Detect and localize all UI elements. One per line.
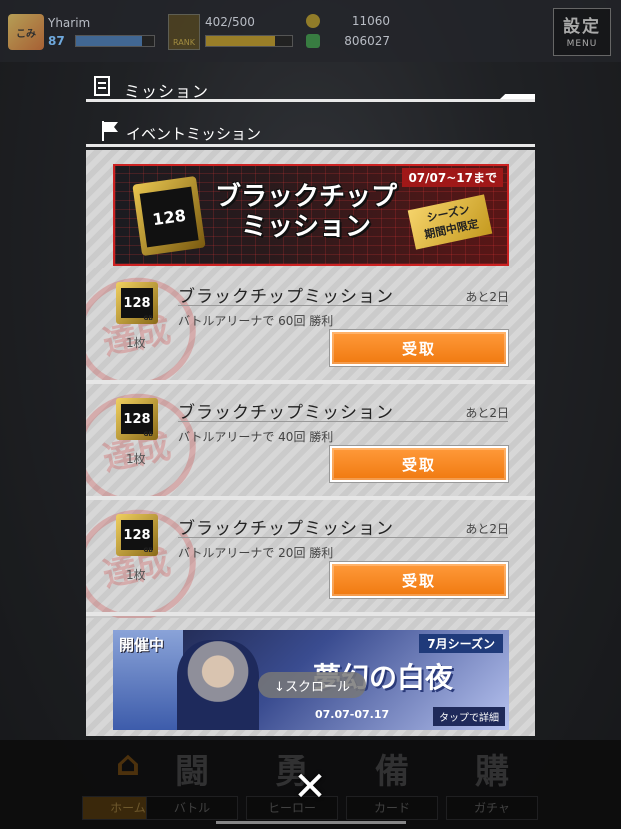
- title-underline: [178, 421, 508, 422]
- reward-quantity: 1枚: [126, 452, 146, 466]
- mission-time-remaining: あと2日: [465, 522, 509, 536]
- settings-label: 設定: [563, 17, 601, 37]
- event-banner-title-line2: ミッション: [240, 212, 371, 242]
- mission-description: バトルアリーナで 40回 勝利: [178, 430, 334, 444]
- player-name: Yharim: [48, 16, 91, 30]
- chip-capacity: 128: [121, 288, 153, 318]
- title-underline: [178, 537, 508, 538]
- black-chip-label: 128: [139, 186, 199, 248]
- home-indicator: [216, 821, 406, 824]
- settings-menu-button[interactable]: 設定 MENU: [553, 8, 611, 56]
- gem-icon: [306, 34, 320, 48]
- gem-count: 806027: [344, 34, 390, 48]
- event-date: 07/07~17まで: [402, 168, 503, 187]
- promo-season-label: 7月シーズン: [419, 634, 503, 653]
- mission-card: 達成 128 GB 1枚 ブラックチップミッション あと2日 バトルアリーナで …: [86, 498, 535, 632]
- stamina-bar-fill: [206, 36, 275, 46]
- claim-button[interactable]: 受取: [329, 329, 509, 367]
- chip-unit: GB: [143, 547, 154, 554]
- promo-dates: 07.07-07.17: [315, 708, 390, 721]
- promo-banner-row: 開催中 7月シーズン 夢幻の白夜 07.07-07.17 タップで詳細 ↓スクロ…: [86, 618, 535, 736]
- exp-bar-fill: [76, 36, 143, 46]
- event-banner-title-line1: ブラックチップ: [214, 182, 397, 212]
- dialog-header: ミッション: [86, 72, 535, 102]
- scroll-hint: ↓スクロール: [258, 672, 366, 698]
- chip-unit: GB: [143, 315, 154, 322]
- dialog-header-line: [86, 99, 535, 102]
- black-chip-reward-icon: 128 GB: [116, 398, 158, 440]
- stamina-text: 402/500: [205, 15, 255, 29]
- reward-quantity: 1枚: [126, 336, 146, 350]
- mission-card: 達成 128 GB 1枚 ブラックチップミッション あと2日 バトルアリーナで …: [86, 382, 535, 516]
- chip-capacity: 128: [121, 404, 153, 434]
- status-bar: こみ Yharim 87 RANK 402/500 11060 806027 設…: [0, 0, 621, 62]
- player-level: 87: [48, 34, 65, 48]
- mission-time-remaining: あと2日: [465, 290, 509, 304]
- claim-button[interactable]: 受取: [329, 445, 509, 483]
- card-divider: [86, 612, 535, 616]
- mission-description: バトルアリーナで 20回 勝利: [178, 546, 334, 560]
- chip-unit: GB: [143, 431, 154, 438]
- mission-time-remaining: あと2日: [465, 406, 509, 420]
- menu-label: MENU: [566, 39, 598, 49]
- event-banner-title: ブラックチップ ミッション: [211, 182, 401, 242]
- coin-count: 11060: [351, 14, 390, 28]
- title-underline: [178, 305, 508, 306]
- black-chip-reward-icon: 128 GB: [116, 282, 158, 324]
- stamina-bar: [205, 35, 293, 47]
- claim-button[interactable]: 受取: [329, 561, 509, 599]
- document-icon: [94, 76, 110, 96]
- mission-title: ブラックチップミッション: [178, 403, 394, 423]
- promo-character-art: [177, 640, 259, 730]
- dialog-header-accent: [500, 94, 535, 99]
- mission-card: 達成 128 GB 1枚 ブラックチップミッション あと2日 バトルアリーナで …: [86, 266, 535, 400]
- promo-live-label: 開催中: [119, 636, 165, 654]
- section-title: イベントミッション: [126, 125, 262, 143]
- mission-list[interactable]: 07/07~17まで 128 ブラックチップ ミッション シーズン 期間中限定 …: [86, 150, 535, 736]
- mission-description: バトルアリーナで 60回 勝利: [178, 314, 334, 328]
- black-chip-reward-icon: 128 GB: [116, 514, 158, 556]
- player-avatar[interactable]: こみ: [8, 14, 44, 50]
- black-chip-icon: 128: [132, 175, 206, 257]
- close-button[interactable]: ✕: [289, 766, 331, 808]
- exp-bar: [75, 35, 155, 47]
- rank-icon: RANK: [168, 14, 200, 50]
- section-header-line: [86, 144, 535, 147]
- mission-title: ブラックチップミッション: [178, 519, 394, 539]
- flag-icon: [102, 121, 118, 141]
- event-banner[interactable]: 07/07~17まで 128 ブラックチップ ミッション シーズン 期間中限定: [113, 164, 509, 266]
- mission-title: ブラックチップミッション: [178, 287, 394, 307]
- coin-icon: [306, 14, 320, 28]
- chip-capacity: 128: [121, 520, 153, 550]
- reward-quantity: 1枚: [126, 568, 146, 582]
- promo-detail-link[interactable]: タップで詳細: [433, 707, 505, 726]
